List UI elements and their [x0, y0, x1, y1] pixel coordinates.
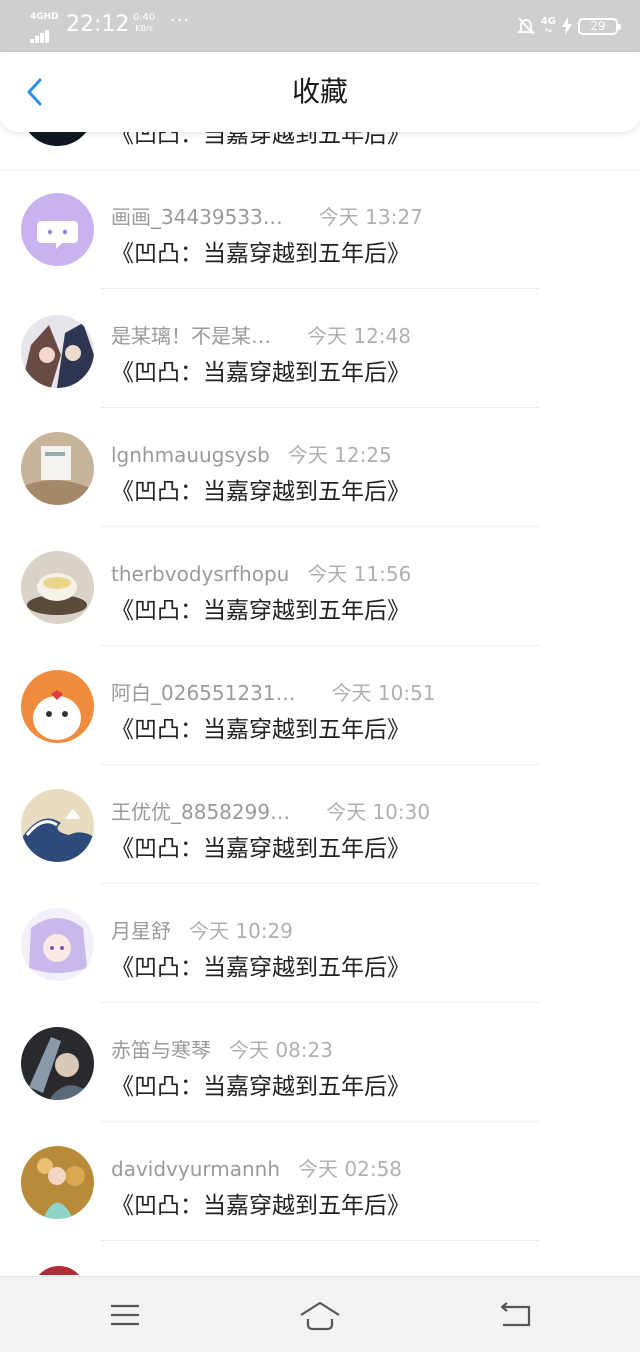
list-item[interactable]: davidvyurmannh 今天 02:58 《凹凸：当嘉穿越到五年后》 [0, 1132, 640, 1251]
charging-icon [562, 17, 572, 35]
timestamp: 今天 13:27 [318, 205, 423, 229]
menu-button[interactable] [105, 1295, 145, 1335]
status-bar: 4GHD 22:12 0.40 KB/s ··· 4G ▾▴ 29 [0, 0, 640, 52]
timestamp: 今天 10:30 [326, 800, 431, 824]
network-speed: 0.40 KB/s [133, 12, 155, 34]
author-name[interactable]: therbvodysrfhopu [111, 562, 289, 586]
timestamp: 今天 02:58 [298, 1157, 403, 1181]
avatar[interactable] [21, 789, 94, 862]
item-meta: 是某璃！不是某… 今天 12:48 [111, 320, 411, 349]
item-meta: davidvyurmannh 今天 02:58 [111, 1153, 402, 1182]
network-right-label: 4G [540, 16, 556, 27]
app-header: 收藏 [0, 52, 640, 132]
list-item[interactable]: 月星舒 今天 10:29 《凹凸：当嘉穿越到五年后》 [0, 894, 640, 1013]
author-name[interactable]: 阿白_026551231… [111, 677, 296, 706]
bell-muted-icon [516, 17, 535, 35]
timestamp: 今天 11:56 [307, 562, 412, 586]
item-title[interactable]: 《凹凸：当嘉穿越到五年后》 [111, 472, 410, 506]
list-item[interactable]: 王优优_8858299… 今天 10:30 《凹凸：当嘉穿越到五年后》 [0, 775, 640, 894]
avatar[interactable] [21, 670, 94, 743]
battery-icon: 29 [578, 17, 621, 35]
battery-level: 29 [590, 18, 606, 33]
item-title[interactable]: 《凹凸：当嘉穿越到五年后》 [111, 591, 410, 625]
divider [100, 1121, 540, 1122]
timestamp: 今天 10:29 [189, 919, 293, 943]
clock: 22:12 [66, 12, 130, 37]
divider [100, 883, 540, 884]
list-item[interactable]: 是某璃！不是某… 今天 12:48 《凹凸：当嘉穿越到五年后》 [0, 299, 640, 418]
avatar[interactable] [32, 1266, 86, 1275]
item-meta: lgnhmauugsysb 今天 12:25 [111, 439, 392, 468]
item-title[interactable]: 《凹凸：当嘉穿越到五年后》 [111, 1067, 410, 1101]
divider [100, 764, 540, 765]
list-item[interactable]: 阿白_026551231… 今天 10:51 《凹凸：当嘉穿越到五年后》 [0, 656, 640, 775]
item-title[interactable]: 《凹凸：当嘉穿越到五年后》 [111, 1186, 410, 1220]
speed-unit: KB/s [135, 24, 153, 33]
item-title[interactable]: 《凹凸：当嘉穿越到五年后》 [111, 829, 410, 863]
author-name[interactable]: 月星舒 [111, 915, 171, 944]
avatar[interactable] [21, 315, 94, 388]
divider [100, 645, 540, 646]
more-notifications-icon: ··· [170, 10, 191, 31]
author-name[interactable]: 画画_34439533… [111, 201, 283, 230]
network-type-label: 4GHD [30, 12, 59, 22]
avatar[interactable] [21, 551, 94, 624]
home-button[interactable] [298, 1295, 342, 1335]
list-item[interactable]: therbvodysrfhopu 今天 11:56 《凹凸：当嘉穿越到五年后》 [0, 537, 640, 656]
divider [100, 288, 540, 289]
timestamp: 今天 12:48 [307, 324, 411, 348]
item-meta: 赤笛与寒琴 今天 08:23 [111, 1034, 333, 1063]
list-item[interactable]: lgnhmauugsysb 今天 12:25 《凹凸：当嘉穿越到五年后》 [0, 418, 640, 537]
divider [100, 407, 540, 408]
author-name[interactable]: davidvyurmannh [111, 1157, 280, 1181]
back-icon [500, 1302, 531, 1327]
system-nav-bar [0, 1276, 640, 1352]
author-name[interactable]: 是某璃！不是某… [111, 320, 271, 349]
page-title: 收藏 [291, 75, 348, 108]
list-item[interactable]: 赤笛与寒琴 今天 08:23 《凹凸：当嘉穿越到五年后》 [0, 1013, 640, 1132]
item-meta: therbvodysrfhopu 今天 11:56 [111, 558, 411, 587]
signal-icon: 4GHD [30, 12, 59, 43]
timestamp: 今天 12:25 [287, 443, 392, 467]
item-title[interactable]: 《凹凸：当嘉穿越到五年后》 [111, 234, 410, 268]
avatar[interactable] [21, 1146, 94, 1219]
avatar[interactable] [21, 432, 94, 505]
divider [0, 170, 640, 171]
avatar[interactable] [21, 1027, 94, 1100]
timestamp: 今天 10:51 [331, 681, 436, 705]
item-title[interactable]: 《凹凸：当嘉穿越到五年后》 [111, 353, 410, 387]
home-icon [300, 1301, 340, 1331]
author-name[interactable]: 王优优_8858299… [111, 796, 290, 825]
author-name[interactable]: 赤笛与寒琴 [111, 1034, 211, 1063]
divider [100, 1002, 540, 1003]
item-meta: 月星舒 今天 10:29 [111, 915, 293, 944]
avatar[interactable] [21, 193, 94, 266]
favorites-list: 《凹凸：当嘉穿越到五年后》 画画_34439533… 今天 13:27 《凹凸：当… [0, 0, 640, 1275]
back-nav-button[interactable] [495, 1295, 535, 1335]
item-title[interactable]: 《凹凸：当嘉穿越到五年后》 [111, 948, 410, 982]
item-title[interactable]: 《凹凸：当嘉穿越到五年后》 [111, 710, 410, 744]
network-right-icon: 4G ▾▴ [540, 16, 556, 35]
speed-value: 0.40 [133, 12, 156, 23]
divider [100, 1240, 540, 1241]
divider [100, 526, 540, 527]
avatar[interactable] [21, 908, 94, 981]
item-meta: 王优优_8858299… 今天 10:30 [111, 796, 430, 825]
author-name[interactable]: lgnhmauugsysb [111, 443, 270, 467]
menu-icon [111, 1304, 139, 1326]
list-item[interactable]: 画画_34439533… 今天 13:27 《凹凸：当嘉穿越到五年后》 [0, 180, 640, 299]
status-right: 4G ▾▴ 29 [516, 13, 621, 39]
timestamp: 今天 08:23 [229, 1038, 333, 1062]
item-meta: 阿白_026551231… 今天 10:51 [111, 677, 436, 706]
item-meta: 画画_34439533… 今天 13:27 [111, 201, 423, 230]
